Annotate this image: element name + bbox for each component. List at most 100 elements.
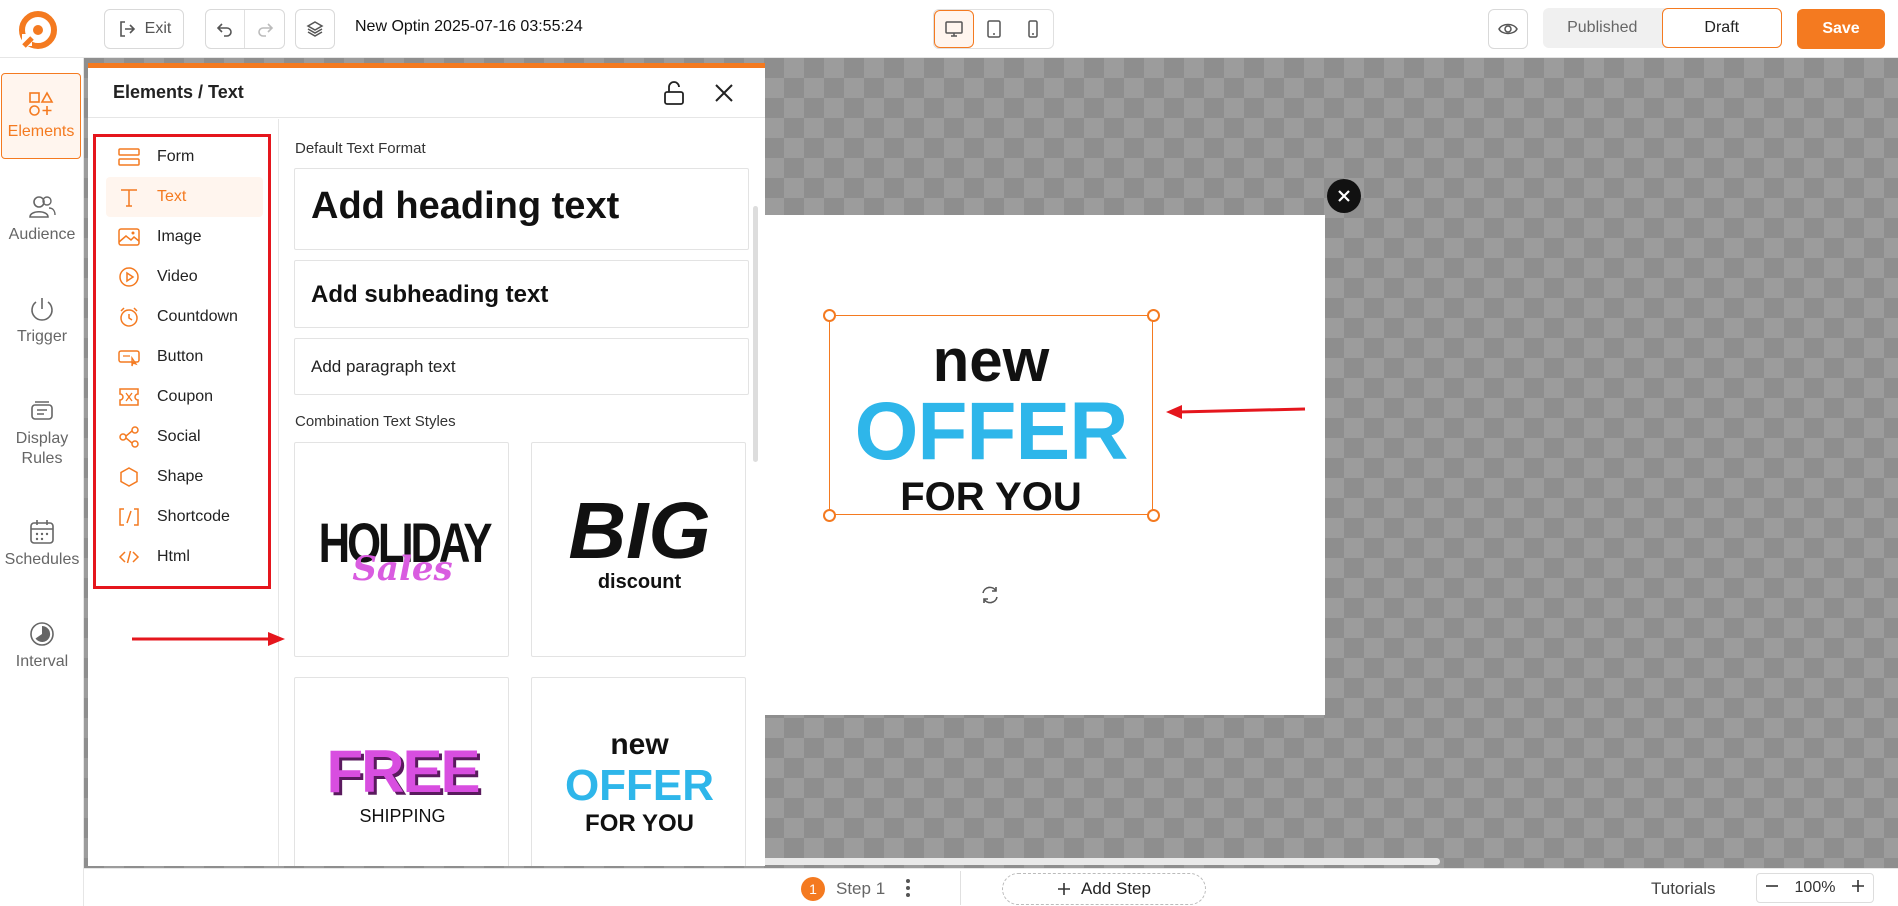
exit-button[interactable]: Exit [104, 9, 184, 49]
element-social-label: Social [157, 428, 201, 445]
resize-handle-top-right[interactable] [1147, 309, 1160, 322]
add-step-button[interactable]: Add Step [1002, 873, 1206, 905]
element-social[interactable]: Social [106, 417, 263, 457]
combo-discount-text: discount [597, 571, 682, 593]
undo-redo-group [205, 9, 285, 49]
zoom-out-button[interactable] [1765, 879, 1779, 898]
step-label[interactable]: Step 1 [836, 879, 885, 899]
mobile-icon [1028, 20, 1038, 38]
element-video[interactable]: Video [106, 257, 263, 297]
close-icon [715, 84, 733, 102]
elements-panel: Elements / Text Form Text Image Video Co… [88, 63, 765, 866]
element-button[interactable]: Button [106, 337, 263, 377]
combo-shipping-text: SHIPPING [359, 806, 446, 826]
combo-sales-text: Sales [352, 549, 453, 589]
text-icon [121, 189, 137, 207]
exit-icon [119, 21, 135, 37]
power-icon [31, 298, 53, 321]
coupon-icon [119, 388, 139, 406]
tutorials-link[interactable]: Tutorials [1651, 879, 1716, 899]
element-countdown[interactable]: Countdown [106, 297, 263, 337]
paragraph-text-card[interactable]: Add paragraph text [294, 338, 749, 395]
combo-big-discount-card[interactable]: BIG discount [531, 442, 746, 657]
layers-icon [306, 21, 324, 37]
add-step-label: Add Step [1081, 879, 1151, 898]
panel-vertical-scrollbar[interactable] [753, 206, 758, 462]
canvas-horizontal-scrollbar[interactable] [760, 858, 1440, 865]
nav-elements[interactable]: Elements [1, 73, 81, 159]
combo-foryou-text: FOR YOU [585, 810, 694, 837]
step-options-button[interactable] [904, 877, 912, 904]
panel-close-button[interactable] [712, 81, 736, 110]
nav-trigger-label: Trigger [16, 328, 68, 345]
element-shortcode[interactable]: Shortcode [106, 497, 263, 537]
rotate-icon [982, 586, 998, 604]
annotation-arrow-panel [132, 632, 285, 646]
combo-new-offer-card[interactable]: new OFFER FOR YOU [531, 677, 746, 866]
element-html-label: Html [157, 548, 190, 565]
nav-interval-label: Interval [15, 653, 69, 670]
shortcode-icon [119, 508, 139, 526]
close-icon [1338, 190, 1350, 202]
button-icon [118, 350, 140, 367]
tablet-icon [986, 20, 1001, 38]
resize-handle-top-left[interactable] [823, 309, 836, 322]
unlock-button[interactable] [661, 80, 687, 111]
element-image[interactable]: Image [106, 217, 263, 257]
popup-close-button[interactable] [1327, 179, 1361, 213]
preview-button[interactable] [1488, 9, 1528, 49]
minus-icon [1766, 884, 1778, 887]
nav-audience-label: Audience [8, 226, 76, 243]
element-shape[interactable]: Shape [106, 457, 263, 497]
zoom-control: 100% [1756, 873, 1874, 903]
element-image-label: Image [157, 228, 202, 245]
heading-text-card[interactable]: Add heading text [294, 168, 749, 250]
kebab-menu-icon [906, 879, 910, 897]
countdown-icon [120, 307, 138, 327]
calendar-icon [30, 520, 54, 544]
element-coupon[interactable]: Coupon [106, 377, 263, 417]
subheading-text-sample: Add subheading text [311, 281, 549, 308]
rotate-button[interactable] [975, 580, 1005, 610]
zoom-in-button[interactable] [1851, 879, 1865, 898]
undo-button[interactable] [206, 10, 245, 48]
draft-option[interactable]: Draft [1661, 8, 1782, 48]
combo-free-shipping-card[interactable]: FREE SHIPPING [294, 677, 509, 866]
left-nav: Elements Audience Trigger Display Rules … [0, 58, 84, 906]
redo-button[interactable] [245, 10, 284, 48]
device-switcher [933, 9, 1054, 49]
redo-icon [257, 23, 273, 37]
nav-schedules[interactable]: Schedules [0, 518, 84, 570]
element-form[interactable]: Form [106, 137, 263, 177]
desktop-view-button[interactable] [934, 10, 974, 48]
tablet-view-button[interactable] [974, 10, 1014, 48]
combination-text-styles-label: Combination Text Styles [295, 413, 456, 430]
published-option[interactable]: Published [1543, 8, 1662, 48]
nav-trigger[interactable]: Trigger [0, 295, 84, 347]
element-coupon-label: Coupon [157, 388, 214, 405]
nav-display-rules-line1: Display [15, 430, 69, 447]
combo-holiday-sales-card[interactable]: HOLIDAY Sales [294, 442, 509, 657]
elements-icon [29, 91, 54, 116]
element-text[interactable]: Text [106, 177, 263, 217]
nav-interval[interactable]: Interval [0, 620, 84, 672]
element-button-label: Button [157, 348, 204, 365]
mobile-view-button[interactable] [1013, 10, 1053, 48]
combo-offer-text: OFFER [564, 761, 715, 810]
save-button[interactable]: Save [1797, 9, 1885, 49]
selection-box[interactable] [829, 315, 1153, 515]
resize-handle-bottom-right[interactable] [1147, 509, 1160, 522]
layers-button[interactable] [295, 9, 335, 49]
nav-audience[interactable]: Audience [0, 193, 84, 245]
nav-schedules-label: Schedules [4, 551, 80, 568]
top-bar: Exit New Optin 2025-07-16 03:55:24 Publi… [0, 0, 1898, 58]
subheading-text-card[interactable]: Add subheading text [294, 260, 749, 328]
document-title[interactable]: New Optin 2025-07-16 03:55:24 [355, 18, 583, 36]
resize-handle-bottom-left[interactable] [823, 509, 836, 522]
element-html[interactable]: Html [106, 537, 263, 577]
heading-text-sample: Add heading text [311, 185, 620, 227]
combo-new-text: new [610, 728, 669, 761]
app-logo-icon [19, 11, 57, 49]
nav-display-rules[interactable]: Display Rules [0, 397, 84, 469]
audience-icon [29, 196, 56, 218]
